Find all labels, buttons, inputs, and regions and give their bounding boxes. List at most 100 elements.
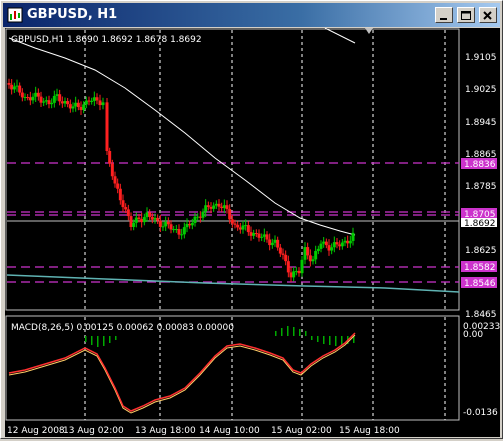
candle-body bbox=[188, 223, 192, 226]
candle-body bbox=[260, 236, 264, 238]
candle-body bbox=[190, 223, 194, 226]
candle-body bbox=[132, 222, 136, 227]
candle-body bbox=[50, 102, 54, 105]
candle-body bbox=[42, 101, 46, 103]
candle-body bbox=[228, 209, 232, 220]
macd-histogram-bar bbox=[305, 331, 307, 336]
candle-body bbox=[116, 183, 120, 189]
time-axis-label: 15 Aug 02:00 bbox=[271, 426, 332, 436]
time-axis-label: 15 Aug 18:00 bbox=[339, 426, 400, 436]
candle-body bbox=[214, 203, 218, 206]
candle-body bbox=[230, 219, 234, 224]
candle-body bbox=[129, 216, 133, 227]
candle-body bbox=[31, 96, 35, 101]
candle-body bbox=[324, 241, 328, 246]
candle-body bbox=[58, 94, 62, 102]
candle-body bbox=[15, 85, 19, 87]
candle-body bbox=[110, 163, 114, 177]
candle-body bbox=[306, 247, 310, 256]
time-axis-label: 12 Aug 2008 bbox=[7, 426, 65, 436]
candle-body bbox=[244, 225, 248, 227]
macd-histogram-bar bbox=[91, 336, 93, 345]
price-tag-label: 1.8692 bbox=[464, 219, 496, 229]
lower-trend-line bbox=[6, 274, 460, 293]
macd-line bbox=[8, 332, 356, 412]
title-bar[interactable]: GBPUSD, H1 bbox=[3, 3, 500, 27]
candle-body bbox=[63, 101, 67, 104]
vertical-grid bbox=[84, 30, 446, 420]
macd-axis: 0.00233 0.00 -0.0136 bbox=[463, 322, 500, 418]
candle-body bbox=[281, 253, 285, 255]
macd-axis-label: 0.00 bbox=[463, 330, 483, 340]
candle-body bbox=[126, 209, 130, 217]
candle-body bbox=[348, 240, 352, 244]
candle-body bbox=[212, 205, 216, 209]
candle-body bbox=[47, 100, 51, 105]
candle-body bbox=[273, 239, 277, 243]
candle-body bbox=[124, 207, 128, 210]
minimize-button[interactable] bbox=[435, 7, 453, 23]
candle-body bbox=[311, 259, 315, 262]
candle-body bbox=[340, 242, 344, 247]
candle-body bbox=[142, 217, 146, 223]
candle-body bbox=[10, 84, 14, 90]
price-tags: 1.8836 1.8705 1.8692 1.8582 1.8546 bbox=[461, 158, 497, 289]
candle-body bbox=[34, 92, 38, 97]
candle-body bbox=[156, 217, 160, 221]
price-tag-label: 1.8836 bbox=[464, 160, 496, 170]
close-button[interactable] bbox=[479, 7, 497, 23]
candle-body bbox=[292, 271, 296, 278]
chart-info-label: GBPUSD,H1 1.8690 1.8692 1.8678 1.8692 bbox=[11, 35, 202, 45]
candle-body bbox=[330, 247, 334, 251]
candle-body bbox=[177, 229, 181, 235]
macd-histogram-bar bbox=[115, 336, 117, 340]
candle-body bbox=[182, 227, 186, 235]
candle-body bbox=[7, 83, 11, 85]
candle-body bbox=[134, 217, 138, 223]
shift-marker-icon[interactable] bbox=[365, 28, 373, 34]
price-chart-svg[interactable]: GBPUSD,H1 1.8690 1.8692 1.8678 1.8692 MA… bbox=[5, 27, 500, 437]
candle-body bbox=[44, 100, 48, 102]
candle-body bbox=[316, 248, 320, 251]
candle-body bbox=[294, 270, 298, 272]
candle-body bbox=[18, 85, 22, 93]
candle-body bbox=[164, 221, 168, 227]
price-axis-label: 1.9105 bbox=[465, 53, 497, 63]
candle-body bbox=[87, 100, 91, 102]
candle-body bbox=[39, 96, 43, 103]
macd-histogram-bar bbox=[293, 327, 295, 336]
chart-area[interactable]: GBPUSD,H1 1.8690 1.8692 1.8678 1.8692 MA… bbox=[5, 27, 500, 437]
chart-window-icon bbox=[7, 7, 23, 23]
moving-average-line-upper bbox=[324, 27, 356, 44]
candle-body bbox=[193, 216, 197, 224]
candle-body bbox=[308, 255, 312, 262]
candle-body bbox=[217, 203, 221, 207]
candle-body bbox=[343, 240, 347, 243]
candle-body bbox=[262, 234, 266, 237]
time-axis-label: 13 Aug 02:00 bbox=[63, 426, 124, 436]
candle-body bbox=[286, 261, 290, 273]
candle-body bbox=[166, 221, 170, 225]
restore-button[interactable] bbox=[457, 7, 475, 23]
candle-body bbox=[108, 151, 112, 164]
candle-body bbox=[169, 224, 173, 230]
price-axis-label: 1.9025 bbox=[465, 85, 497, 95]
candle-body bbox=[137, 217, 141, 220]
macd-label: MACD(8,26,5) 0.00125 0.00062 0.00083 0.0… bbox=[11, 323, 234, 333]
macd-signal-line bbox=[8, 334, 356, 414]
candle-body bbox=[254, 233, 258, 235]
candle-body bbox=[145, 212, 149, 218]
candle-body bbox=[284, 254, 288, 262]
candle-body bbox=[28, 97, 32, 101]
candle-body bbox=[238, 227, 242, 230]
candle-body bbox=[76, 102, 80, 108]
candle-body bbox=[118, 188, 122, 201]
candle-body bbox=[140, 219, 144, 223]
candle-body bbox=[314, 250, 318, 260]
candle-body bbox=[241, 225, 245, 230]
candle-body bbox=[206, 205, 210, 207]
candle-body bbox=[172, 229, 176, 231]
candle-body bbox=[84, 100, 88, 105]
candle-body bbox=[92, 97, 96, 101]
candle-body bbox=[335, 242, 339, 245]
